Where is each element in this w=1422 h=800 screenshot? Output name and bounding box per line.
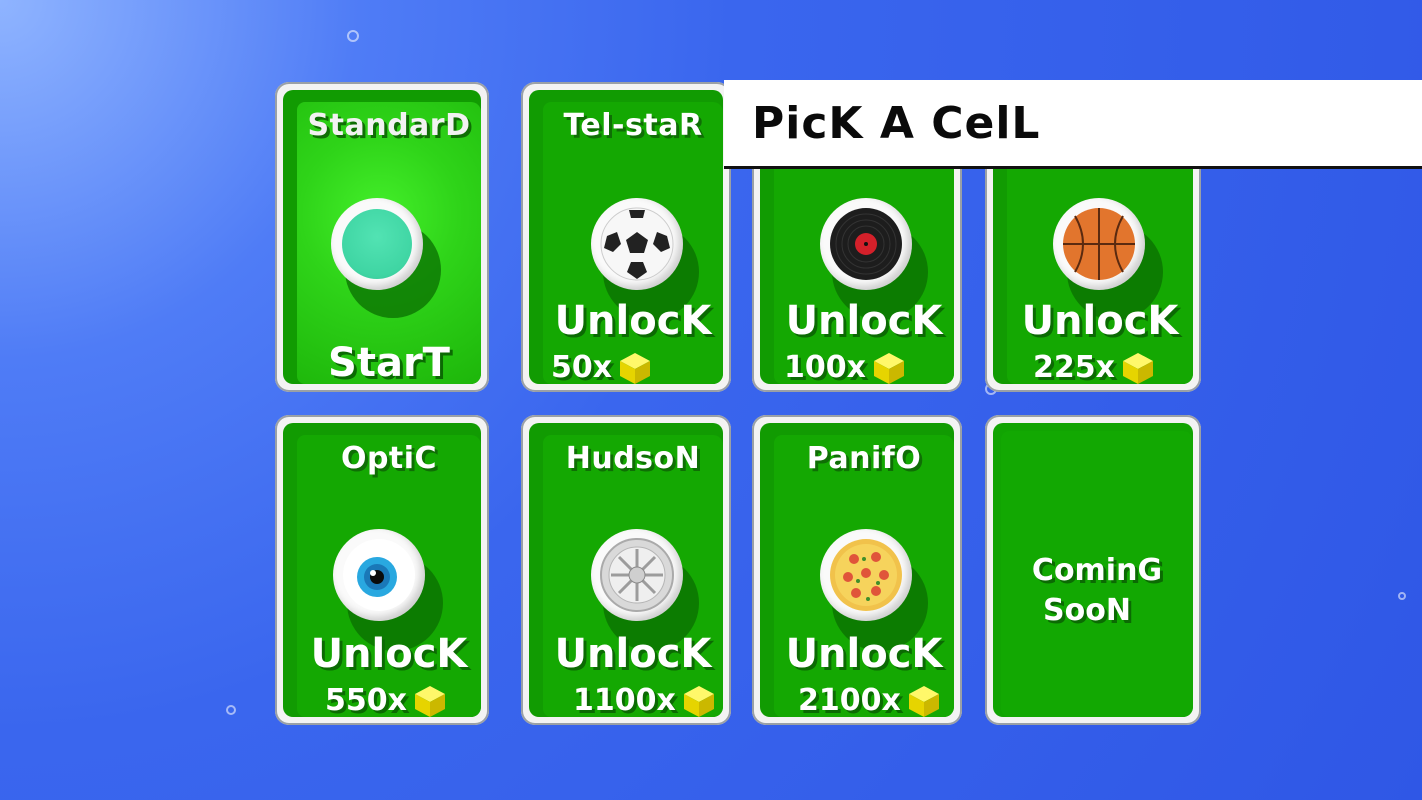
coin-cube-icon xyxy=(1122,352,1153,384)
pizza-icon xyxy=(820,529,912,621)
cell-face: PanifO UnlocK 2100x xyxy=(774,435,954,717)
cell-panifo[interactable]: PanifO UnlocK 2100x xyxy=(752,415,962,725)
soccer-ball-icon xyxy=(591,198,683,290)
vinyl-record-icon xyxy=(820,198,912,290)
price: 50x xyxy=(551,350,652,384)
price: 100x xyxy=(784,350,906,384)
cell-hudson[interactable]: HudsoN UnlocK 1100x xyxy=(521,415,731,725)
coin-cube-icon xyxy=(683,685,714,717)
coming-soon-label: CominG SooN xyxy=(1001,551,1193,631)
teal-hole-icon xyxy=(331,198,423,290)
bubble xyxy=(226,705,236,715)
cell-title: HudsoN xyxy=(565,441,701,476)
coin-cube-icon xyxy=(908,685,939,717)
cell-panel: OptiC UnlocK 550x xyxy=(283,423,481,717)
cell-face: StandarD StarT xyxy=(297,102,481,384)
coin-cube-icon xyxy=(414,685,445,717)
cell-title: Tel-staR xyxy=(563,108,703,143)
unlock-label: UnlocK xyxy=(1021,298,1179,344)
cell-panel: Tel-staR UnlocK 50x xyxy=(529,90,723,384)
cell-title: OptiC xyxy=(340,441,438,476)
unlock-label: UnlocK xyxy=(554,631,712,677)
eyeball-icon xyxy=(333,529,425,621)
price-amount: 1100x xyxy=(573,683,676,717)
price: 1100x xyxy=(573,683,716,717)
cell-face: HudsoN UnlocK 1100x xyxy=(543,435,723,717)
bubble xyxy=(347,30,359,42)
start-label: StarT xyxy=(328,340,450,384)
cell-face: OptiC UnlocK 550x xyxy=(297,435,481,717)
price-amount: 225x xyxy=(1033,350,1115,384)
price-amount: 550x xyxy=(325,683,407,717)
unlock-label: UnlocK xyxy=(310,631,468,677)
price: 225x xyxy=(1033,350,1155,384)
cell-panel: StandarD StarT xyxy=(283,90,481,384)
cell-face: Tel-staR UnlocK 50x xyxy=(543,102,723,384)
coming-soon-line2: SooN xyxy=(1043,593,1131,628)
cell-panel: HudsoN UnlocK 1100x xyxy=(529,423,723,717)
cell-panel: PanifO UnlocK 2100x xyxy=(760,423,954,717)
cell-optic[interactable]: OptiC UnlocK 550x xyxy=(275,415,489,725)
coin-cube-icon xyxy=(873,352,904,384)
price-amount: 50x xyxy=(551,350,613,384)
bubble xyxy=(1398,592,1406,600)
price-amount: 2100x xyxy=(798,683,901,717)
coming-soon-line1: CominG xyxy=(1031,553,1163,588)
wheel-rim-icon xyxy=(591,529,683,621)
cell-title: StandarD xyxy=(307,108,471,143)
price: 2100x xyxy=(798,683,941,717)
header-banner: PicK A CelL xyxy=(724,80,1422,166)
coin-cube-icon xyxy=(620,352,651,384)
unlock-label: UnlocK xyxy=(785,631,943,677)
cell-coming-soon: CominG SooN xyxy=(985,415,1201,725)
basketball-icon xyxy=(1053,198,1145,290)
cell-panel: CominG SooN xyxy=(993,423,1193,717)
cell-tel-star[interactable]: Tel-staR UnlocK 50x xyxy=(521,82,731,392)
unlock-label: UnlocK xyxy=(554,298,712,344)
cell-title: PanifO xyxy=(806,441,922,476)
unlock-label: UnlocK xyxy=(785,298,943,344)
cell-face: CominG SooN xyxy=(1001,431,1193,717)
price-amount: 100x xyxy=(784,350,866,384)
cell-standard[interactable]: StandarD StarT xyxy=(275,82,489,392)
page-title: PicK A CelL xyxy=(752,98,1041,149)
price: 550x xyxy=(325,683,447,717)
